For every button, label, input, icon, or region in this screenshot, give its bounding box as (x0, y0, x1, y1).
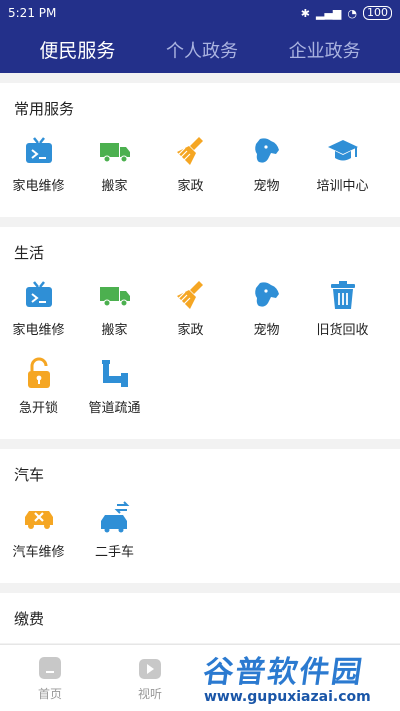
section-title: 缴费 (14, 610, 45, 628)
graduation-cap-icon (327, 140, 358, 161)
battery-icon: 100 (363, 6, 392, 20)
service-housekeeping[interactable]: 家政 (153, 129, 228, 207)
tv-repair-icon (25, 137, 52, 163)
main-content[interactable]: 常用服务 家电维修 搬家 家政 宠物 培训中心 生活 家电维修 搬家 家政 宠物… (0, 83, 400, 644)
service-label: 宠物 (253, 323, 280, 338)
service-label: 二手车 (94, 545, 134, 560)
dog-icon (254, 282, 279, 307)
service-housekeeping[interactable]: 家政 (153, 273, 228, 351)
bluetooth-icon: ✱ (300, 6, 310, 20)
status-icons: ✱ ▂▄▆ ◔ 100 (301, 6, 392, 20)
service-label: 家电维修 (12, 179, 65, 194)
status-time: 5:21 PM (8, 6, 57, 20)
service-label: 旧货回收 (316, 323, 369, 338)
service-pets[interactable]: 宠物 (229, 129, 304, 207)
section-car: 汽车 汽车维修 二手车 (0, 449, 400, 583)
service-label: 急开锁 (18, 401, 58, 416)
tab-enterprise-affairs[interactable]: 企业政务 (289, 37, 361, 63)
service-label: 培训中心 (316, 179, 369, 194)
section-title: 常用服务 (14, 100, 75, 118)
tab-personal-affairs[interactable]: 个人政务 (166, 37, 238, 63)
service-label: 汽车维修 (12, 545, 65, 560)
tab-label: 视听 (137, 686, 162, 701)
dog-icon (254, 138, 279, 163)
home-icon (39, 656, 61, 679)
service-car-repair[interactable]: 汽车维修 (1, 495, 76, 573)
section-title: 汽车 (14, 466, 45, 484)
broom-icon (176, 281, 203, 309)
service-label: 搬家 (101, 323, 128, 338)
service-moving[interactable]: 搬家 (77, 129, 152, 207)
play-icon (139, 658, 161, 679)
site-watermark: 谷普软件园 www.gupuxiazai.com (201, 647, 394, 705)
service-label: 家政 (177, 323, 204, 338)
tv-repair-icon (25, 281, 52, 307)
car-repair-icon (24, 511, 53, 529)
service-training-center[interactable]: 培训中心 (305, 129, 380, 207)
tab-label: 首页 (37, 686, 62, 701)
watermark-url: www.gupuxiazai.com (204, 689, 371, 705)
service-label: 家政 (177, 179, 204, 194)
service-emergency-unlock[interactable]: 急开锁 (1, 351, 76, 429)
section-common-services: 常用服务 家电维修 搬家 家政 宠物 培训中心 (0, 83, 400, 217)
service-recycling[interactable]: 旧货回收 (305, 273, 380, 351)
service-label: 家电维修 (12, 323, 65, 338)
car-exchange-icon (100, 501, 129, 533)
service-pets[interactable]: 宠物 (229, 273, 304, 351)
service-label: 管道疏通 (88, 401, 141, 416)
service-grid: 家电维修 搬家 家政 宠物 培训中心 (0, 123, 400, 207)
trash-bin-icon (330, 281, 355, 309)
top-tabs: 便民服务 个人政务 企业政务 (0, 26, 400, 73)
service-label: 宠物 (253, 179, 280, 194)
signal-icon: ▂▄▆ (316, 6, 342, 20)
tab-convenience-services[interactable]: 便民服务 (39, 36, 115, 63)
unlock-icon (27, 357, 50, 388)
service-label: 搬家 (101, 179, 128, 194)
broom-icon (176, 137, 203, 165)
pipe-icon (101, 360, 128, 387)
status-bar: 5:21 PM ✱ ▂▄▆ ◔ 100 (0, 0, 400, 26)
section-life: 生活 家电维修 搬家 家政 宠物 旧货回收 急开锁 管道疏通 (0, 227, 400, 439)
section-payment: 缴费 (0, 593, 400, 643)
service-used-car[interactable]: 二手车 (77, 495, 152, 573)
service-pipe-dredging[interactable]: 管道疏通 (77, 351, 152, 429)
watermark-title: 谷普软件园 (201, 655, 366, 690)
service-appliance-repair[interactable]: 家电维修 (1, 273, 76, 351)
truck-icon (99, 143, 130, 163)
tab-home[interactable]: 首页 (0, 645, 100, 711)
service-grid: 家电维修 搬家 家政 宠物 旧货回收 急开锁 管道疏通 (0, 267, 400, 429)
section-title: 生活 (14, 244, 45, 262)
service-appliance-repair[interactable]: 家电维修 (1, 129, 76, 207)
wifi-icon: ◔ (347, 6, 357, 20)
service-moving[interactable]: 搬家 (77, 273, 152, 351)
service-grid: 汽车维修 二手车 (0, 489, 400, 573)
app-header: 5:21 PM ✱ ▂▄▆ ◔ 100 便民服务 个人政务 企业政务 (0, 0, 400, 73)
truck-icon (99, 287, 130, 307)
tab-audio-visual[interactable]: 视听 (100, 645, 200, 711)
